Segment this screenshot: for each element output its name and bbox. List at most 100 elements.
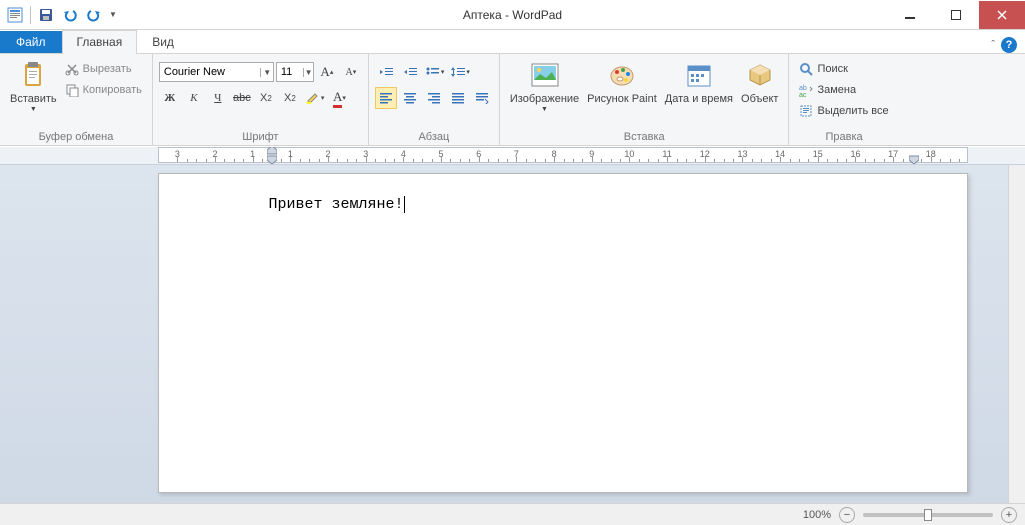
title-bar: ▼ Аптека - WordPad xyxy=(0,0,1025,30)
font-group-label: Шрифт xyxy=(159,129,362,145)
paragraph-dialog-button[interactable] xyxy=(471,87,493,109)
scissors-icon xyxy=(65,62,79,76)
separator xyxy=(30,6,31,24)
font-family-input[interactable] xyxy=(160,66,261,78)
svg-text:ac: ac xyxy=(799,92,807,97)
group-font: ▼ ▼ A▴ A▾ Ж К Ч abc X2 X2 ▾ A▾ Шрифт xyxy=(153,54,369,145)
cut-label: Вырезать xyxy=(83,63,132,75)
text-cursor xyxy=(404,196,405,213)
paragraph-group-label: Абзац xyxy=(375,129,493,145)
copy-button[interactable]: Копировать xyxy=(61,80,146,100)
chevron-down-icon[interactable]: ▼ xyxy=(260,68,272,77)
horizontal-ruler[interactable]: 321123456789101112131415161718 xyxy=(158,147,968,163)
tab-file[interactable]: Файл xyxy=(0,31,62,53)
paste-button[interactable]: Вставить ▼ xyxy=(6,57,61,117)
zoom-out-button[interactable]: − xyxy=(839,507,855,523)
grow-font-button[interactable]: A▴ xyxy=(316,61,338,83)
bullets-button[interactable]: ▾ xyxy=(423,61,447,83)
justify-button[interactable] xyxy=(447,87,469,109)
paste-label: Вставить xyxy=(10,93,57,106)
select-all-icon xyxy=(799,104,813,118)
align-left-button[interactable] xyxy=(375,87,397,109)
shrink-font-button[interactable]: A▾ xyxy=(340,61,362,83)
editing-group-label: Правка xyxy=(795,129,892,145)
zoom-level: 100% xyxy=(803,509,831,521)
wordpad-icon[interactable] xyxy=(4,4,26,26)
zoom-thumb[interactable] xyxy=(924,509,932,521)
bold-button[interactable]: Ж xyxy=(159,87,181,109)
image-icon xyxy=(529,59,561,91)
ruler-container: 321123456789101112131415161718 xyxy=(0,147,1025,165)
insert-image-button[interactable]: Изображение ▼ xyxy=(506,57,583,117)
paste-icon xyxy=(17,59,49,91)
indent-button[interactable] xyxy=(399,61,421,83)
font-family-combo[interactable]: ▼ xyxy=(159,62,274,82)
paint-label: Рисунок Paint xyxy=(587,93,657,106)
undo-button[interactable] xyxy=(59,4,81,26)
minimize-button[interactable] xyxy=(887,1,933,29)
help-button[interactable]: ? xyxy=(1001,37,1017,53)
quick-access-toolbar: ▼ xyxy=(0,4,119,26)
font-size-input[interactable] xyxy=(277,66,303,78)
copy-label: Копировать xyxy=(83,84,142,96)
group-editing: Поиск abac Замена Выделить все Правка xyxy=(789,54,898,145)
window-title: Аптека - WordPad xyxy=(463,8,562,22)
font-color-button[interactable]: A▾ xyxy=(328,87,350,109)
copy-icon xyxy=(65,83,79,97)
workspace: 321123456789101112131415161718 Привет зе… xyxy=(0,147,1025,503)
outdent-button[interactable] xyxy=(375,61,397,83)
ribbon-tabs: Файл Главная Вид ˆ ? xyxy=(0,30,1025,54)
object-label: Объект xyxy=(741,93,778,106)
font-size-combo[interactable]: ▼ xyxy=(276,62,314,82)
find-label: Поиск xyxy=(817,63,847,75)
close-button[interactable] xyxy=(979,1,1025,29)
replace-label: Замена xyxy=(817,84,856,96)
italic-button[interactable]: К xyxy=(183,87,205,109)
paint-icon xyxy=(606,59,638,91)
ribbon: Вставить ▼ Вырезать Копировать Буфер обм… xyxy=(0,54,1025,146)
zoom-in-button[interactable]: + xyxy=(1001,507,1017,523)
align-right-button[interactable] xyxy=(423,87,445,109)
object-icon xyxy=(744,59,776,91)
replace-button[interactable]: abac Замена xyxy=(795,80,892,100)
image-label: Изображение xyxy=(510,93,579,106)
svg-text:ab: ab xyxy=(799,85,807,92)
vertical-scrollbar[interactable] xyxy=(1008,165,1025,503)
insert-datetime-button[interactable]: Дата и время xyxy=(661,57,737,108)
calendar-icon xyxy=(683,59,715,91)
insert-group-label: Вставка xyxy=(506,129,783,145)
tab-view[interactable]: Вид xyxy=(137,30,189,53)
status-bar: 100% − + xyxy=(0,503,1025,525)
zoom-slider[interactable] xyxy=(863,513,993,517)
clipboard-group-label: Буфер обмена xyxy=(6,129,146,145)
qat-dropdown[interactable]: ▼ xyxy=(107,4,119,26)
underline-button[interactable]: Ч xyxy=(207,87,229,109)
superscript-button[interactable]: X2 xyxy=(279,87,301,109)
window-controls xyxy=(887,1,1025,29)
cut-button[interactable]: Вырезать xyxy=(61,59,146,79)
replace-icon: abac xyxy=(799,83,813,97)
collapse-ribbon-button[interactable]: ˆ xyxy=(991,39,995,51)
tab-home[interactable]: Главная xyxy=(62,30,138,53)
select-all-button[interactable]: Выделить все xyxy=(795,101,892,121)
search-icon xyxy=(799,62,813,76)
group-clipboard: Вставить ▼ Вырезать Копировать Буфер обм… xyxy=(0,54,153,145)
subscript-button[interactable]: X2 xyxy=(255,87,277,109)
document-page[interactable]: Привет земляне! xyxy=(158,173,968,493)
find-button[interactable]: Поиск xyxy=(795,59,892,79)
save-button[interactable] xyxy=(35,4,57,26)
group-paragraph: ▾ ▾ Абзац xyxy=(369,54,500,145)
document-text[interactable]: Привет земляне! xyxy=(269,196,405,213)
align-center-button[interactable] xyxy=(399,87,421,109)
page-area: Привет земляне! xyxy=(0,165,1025,493)
redo-button[interactable] xyxy=(83,4,105,26)
insert-paint-button[interactable]: Рисунок Paint xyxy=(583,57,661,108)
select-all-label: Выделить все xyxy=(817,105,888,117)
line-spacing-button[interactable]: ▾ xyxy=(448,61,472,83)
chevron-down-icon[interactable]: ▼ xyxy=(303,68,313,77)
strikethrough-button[interactable]: abc xyxy=(231,87,253,109)
highlight-button[interactable]: ▾ xyxy=(303,87,327,109)
maximize-button[interactable] xyxy=(933,1,979,29)
group-insert: Изображение ▼ Рисунок Paint Дата и время… xyxy=(500,54,790,145)
insert-object-button[interactable]: Объект xyxy=(737,57,782,108)
